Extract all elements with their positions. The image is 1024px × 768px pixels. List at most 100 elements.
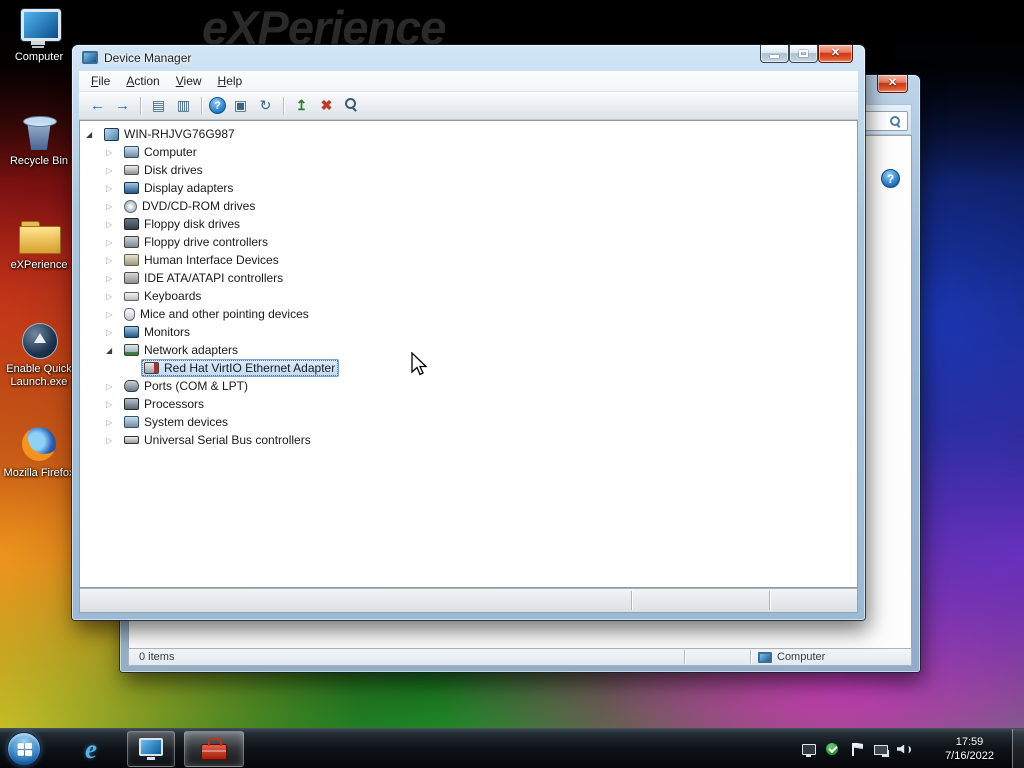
desktop-icon-experience-folder[interactable]: eXPerience: [3, 216, 75, 320]
dvd-drive-icon: [124, 199, 137, 213]
tree-item[interactable]: ▷ Universal Serial Bus controllers: [80, 431, 857, 449]
tree-item-selected[interactable]: Red Hat VirtIO Ethernet Adapter: [80, 359, 857, 377]
device-tray-icon[interactable]: [801, 742, 816, 757]
mouse-icon: [124, 307, 135, 321]
toolbar-separator: [140, 96, 141, 115]
menu-action[interactable]: Action: [118, 72, 167, 90]
expander-icon[interactable]: ▷: [106, 148, 121, 157]
back-icon[interactable]: ←: [87, 95, 108, 116]
menu-file[interactable]: File: [83, 72, 118, 90]
flag-tray-icon[interactable]: [849, 742, 864, 757]
taskbar-item-device-manager[interactable]: [184, 731, 244, 767]
display-adapter-icon: [124, 182, 139, 194]
explorer-close-button[interactable]: ✕: [877, 75, 908, 93]
help-button[interactable]: ?: [881, 169, 900, 188]
refresh-icon[interactable]: ↻: [255, 95, 276, 116]
tree-item[interactable]: ▷ Ports (COM & LPT): [80, 377, 857, 395]
security-tray-icon[interactable]: [825, 742, 840, 757]
start-button[interactable]: [7, 732, 41, 766]
tree-item[interactable]: ▷ Mice and other pointing devices: [80, 305, 857, 323]
toolbar-separator: [201, 96, 202, 115]
device-tree-pane: ◢ WIN-RHJVG76G987 ▷ Computer ▷ Disk driv…: [79, 120, 858, 588]
expander-icon[interactable]: ▷: [106, 202, 121, 211]
toolbar-separator: [283, 96, 284, 115]
desktop-icon-recycle-bin[interactable]: Recycle Bin: [3, 112, 75, 216]
status-item-count: 0 items: [139, 651, 175, 663]
tree-item[interactable]: ▷ System devices: [80, 413, 857, 431]
maximize-button[interactable]: [789, 45, 818, 63]
expander-icon[interactable]: ▷: [106, 238, 121, 247]
system-device-icon: [124, 146, 139, 158]
expander-icon[interactable]: ▷: [106, 382, 121, 391]
network-adapter-cat-icon: [124, 344, 139, 356]
monitor-icon: [124, 326, 139, 338]
device-tree: ◢ WIN-RHJVG76G987 ▷ Computer ▷ Disk driv…: [80, 125, 857, 449]
desktop-icon-quick-launch[interactable]: Enable Quick Launch.exe: [3, 320, 75, 424]
tree-item[interactable]: ▷ IDE ATA/ATAPI controllers: [80, 269, 857, 287]
mouse-cursor: [410, 351, 430, 383]
tree-item[interactable]: ▷ Processors: [80, 395, 857, 413]
desktop-icon-firefox[interactable]: Mozilla Firefox: [3, 424, 75, 528]
clock-time: 17:59: [955, 736, 984, 748]
tree-item[interactable]: ▷ Human Interface Devices: [80, 251, 857, 269]
console-tree-icon[interactable]: ▤: [148, 95, 169, 116]
computer-icon: [104, 127, 119, 141]
tree-item[interactable]: ▷ Computer: [80, 143, 857, 161]
expander-icon[interactable]: ◢: [106, 346, 121, 355]
tree-item[interactable]: ▷ Keyboards: [80, 287, 857, 305]
expander-icon[interactable]: ◢: [86, 130, 101, 139]
tree-item[interactable]: ▷ Floppy disk drives: [80, 215, 857, 233]
processor-icon: [124, 398, 139, 410]
menu-help[interactable]: Help: [210, 72, 251, 90]
floppy-controller-icon: [124, 236, 139, 248]
system-tray: [801, 729, 912, 768]
taskbar-item-internet-explorer[interactable]: e: [70, 731, 112, 767]
show-desktop-button[interactable]: [1012, 729, 1024, 768]
help-icon[interactable]: ?: [209, 97, 226, 114]
expander-icon[interactable]: ▷: [106, 220, 121, 229]
tree-item[interactable]: ◢ Network adapters: [80, 341, 857, 359]
expander-icon[interactable]: ▷: [106, 310, 121, 319]
tree-item[interactable]: ▷ Display adapters: [80, 179, 857, 197]
tree-item[interactable]: ◢ WIN-RHJVG76G987: [80, 125, 857, 143]
volume-tray-icon[interactable]: [897, 742, 912, 757]
taskbar-item-computer-management[interactable]: [127, 731, 175, 767]
tree-item[interactable]: ▷ Floppy drive controllers: [80, 233, 857, 251]
taskbar-clock[interactable]: 17:59 7/16/2022: [945, 735, 994, 763]
close-button[interactable]: ✕: [818, 45, 853, 63]
expander-icon[interactable]: ▷: [106, 328, 121, 337]
ide-controller-icon: [124, 272, 139, 284]
tree-item[interactable]: ▷ Disk drives: [80, 161, 857, 179]
uninstall-icon[interactable]: ✖: [316, 95, 337, 116]
forward-icon[interactable]: →: [112, 95, 133, 116]
update-driver-icon[interactable]: ↥: [291, 95, 312, 116]
menu-view[interactable]: View: [168, 72, 210, 90]
expander-icon[interactable]: ▷: [106, 256, 121, 265]
expander-icon[interactable]: ▷: [106, 274, 121, 283]
network-adapter-icon: [144, 362, 159, 374]
ports-icon: [124, 380, 139, 392]
expander-icon[interactable]: ▷: [106, 292, 121, 301]
expander-icon[interactable]: ▷: [106, 436, 121, 445]
expander-icon[interactable]: ▷: [106, 166, 121, 175]
quick-launch-icon: [17, 320, 61, 360]
scan-icon[interactable]: [341, 95, 362, 116]
properties-icon[interactable]: ▥: [173, 95, 194, 116]
keyboard-icon: [124, 291, 139, 301]
computer-icon: [758, 651, 772, 663]
desktop-icon-computer[interactable]: Computer: [3, 8, 75, 112]
disk-drive-icon: [124, 165, 139, 175]
firefox-icon: [17, 424, 61, 464]
expander-icon[interactable]: ▷: [106, 184, 121, 193]
expander-icon[interactable]: ▷: [106, 418, 121, 427]
device-manager-icon: [82, 51, 98, 64]
network-tray-icon[interactable]: [873, 742, 889, 757]
title-bar[interactable]: Device Manager: [72, 45, 865, 71]
search-icon: [889, 115, 902, 128]
computer-icon[interactable]: ▣: [230, 95, 251, 116]
minimize-button[interactable]: [760, 45, 789, 63]
tree-item[interactable]: ▷ Monitors: [80, 323, 857, 341]
explorer-status-bar: 0 items Computer: [128, 648, 912, 666]
expander-icon[interactable]: ▷: [106, 400, 121, 409]
tree-item[interactable]: ▷ DVD/CD-ROM drives: [80, 197, 857, 215]
